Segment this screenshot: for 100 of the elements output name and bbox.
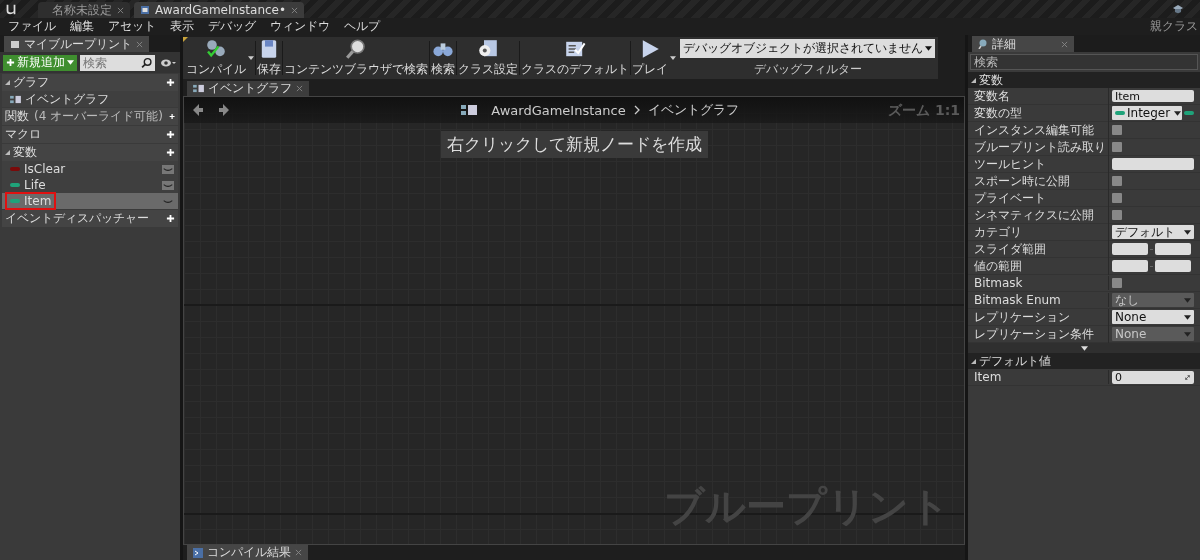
maximum-field[interactable] bbox=[1155, 260, 1191, 272]
property-label: プライベート bbox=[968, 189, 1109, 207]
minimum-field[interactable] bbox=[1112, 260, 1148, 272]
property-label: Item bbox=[968, 370, 1109, 384]
text-field[interactable] bbox=[1112, 158, 1194, 170]
menu-item[interactable]: デバッグ bbox=[208, 18, 256, 35]
menu-item[interactable]: アセット bbox=[108, 18, 156, 35]
debug-filter-label: デバッグフィルター bbox=[753, 60, 862, 78]
tree-item[interactable]: IsClear bbox=[2, 161, 178, 177]
debug-object-dropdown[interactable]: デバッグオブジェクトが選択されていません bbox=[680, 38, 935, 58]
container-type-pill[interactable] bbox=[1184, 111, 1194, 115]
graph-icon bbox=[461, 104, 478, 116]
close-icon[interactable] bbox=[136, 40, 143, 48]
section-header[interactable]: グラフ bbox=[2, 74, 178, 91]
close-icon[interactable] bbox=[295, 549, 302, 556]
add-new-button[interactable]: 新規追加 bbox=[3, 54, 77, 71]
breadcrumb-item[interactable]: イベントグラフ bbox=[647, 101, 739, 119]
search-icon[interactable] bbox=[141, 54, 155, 71]
visibility-icon[interactable] bbox=[162, 164, 174, 174]
menu-item[interactable]: ウィンドウ bbox=[270, 18, 330, 35]
close-icon[interactable] bbox=[1061, 40, 1068, 48]
expanded-triangle-icon[interactable] bbox=[5, 80, 10, 85]
property-label: レプリケーション bbox=[968, 308, 1109, 326]
add-icon[interactable] bbox=[166, 148, 175, 157]
property-label: Bitmask bbox=[968, 276, 1109, 290]
property-label: スライダ範囲 bbox=[968, 240, 1109, 258]
property-label: インスタンス編集可能 bbox=[968, 121, 1109, 139]
chevron-right-icon bbox=[633, 105, 640, 115]
toolbar-button[interactable]: プレイ bbox=[631, 38, 677, 78]
visibility-icon[interactable] bbox=[162, 180, 174, 190]
tree-item[interactable]: Life bbox=[2, 177, 178, 193]
checkbox[interactable] bbox=[1112, 176, 1122, 186]
menu-item[interactable]: ヘルプ bbox=[344, 18, 380, 35]
section-header[interactable]: デフォルト値 bbox=[968, 353, 1200, 369]
tree-item[interactable]: Item bbox=[2, 193, 178, 209]
caret-icon bbox=[1184, 331, 1191, 337]
add-icon[interactable] bbox=[166, 214, 175, 223]
checkbox[interactable] bbox=[1112, 142, 1122, 152]
menu-item[interactable]: 表示 bbox=[170, 18, 194, 35]
minimum-field[interactable] bbox=[1112, 243, 1148, 255]
menu-item[interactable]: 編集 bbox=[70, 18, 94, 35]
tree-item[interactable]: イベントグラフ bbox=[2, 91, 178, 107]
close-icon[interactable] bbox=[117, 6, 124, 14]
section-header[interactable]: 変数 bbox=[968, 72, 1200, 88]
caret-icon bbox=[67, 60, 74, 65]
property-label: 変数の型 bbox=[968, 104, 1109, 122]
property-label: ツールヒント bbox=[968, 155, 1109, 173]
plus-icon bbox=[6, 58, 15, 67]
back-arrow-icon[interactable] bbox=[192, 104, 204, 116]
section-header[interactable]: 変数 bbox=[2, 144, 178, 161]
section-header[interactable]: 関数 (4 オーバーライド可能) bbox=[2, 108, 178, 125]
panel-tab[interactable]: マイブループリント bbox=[4, 36, 149, 52]
toolbar-button[interactable]: 保存 bbox=[256, 38, 282, 78]
graduation-cap-icon[interactable] bbox=[1172, 3, 1184, 15]
dropdown[interactable]: デフォルト bbox=[1112, 225, 1194, 239]
document-tab[interactable]: 名称未設定 bbox=[38, 2, 130, 18]
search-field[interactable]: 検索 bbox=[970, 54, 1198, 70]
graph-icon bbox=[10, 94, 21, 104]
expanded-triangle-icon[interactable] bbox=[5, 150, 10, 155]
checkbox[interactable] bbox=[1112, 125, 1122, 135]
close-icon[interactable] bbox=[291, 6, 299, 14]
dropdown[interactable]: None bbox=[1112, 310, 1194, 324]
add-icon[interactable] bbox=[166, 78, 175, 87]
play-icon bbox=[642, 40, 659, 58]
section-header[interactable]: イベントディスパッチャー bbox=[2, 210, 178, 227]
text-field[interactable]: Item bbox=[1112, 90, 1194, 102]
maximum-field[interactable] bbox=[1155, 243, 1191, 255]
breadcrumb-item[interactable]: AwardGameInstance bbox=[491, 102, 626, 118]
book-icon bbox=[10, 39, 20, 49]
property-label: Bitmask Enum bbox=[968, 293, 1109, 307]
toolbar-button[interactable]: クラス設定 bbox=[457, 38, 519, 78]
eye-icon[interactable] bbox=[159, 57, 177, 68]
expanded-triangle-icon[interactable] bbox=[971, 77, 976, 83]
checkbox[interactable] bbox=[1112, 193, 1122, 203]
number-field[interactable]: 0 bbox=[1112, 370, 1194, 384]
caret-icon bbox=[925, 45, 932, 51]
checkbox[interactable] bbox=[1112, 210, 1122, 220]
blueprint-icon bbox=[140, 5, 150, 15]
toolbar-button[interactable]: 検索 bbox=[430, 38, 456, 78]
menu-item[interactable]: ファイル bbox=[8, 18, 56, 35]
caret-icon bbox=[248, 56, 254, 60]
section-header[interactable]: マクロ bbox=[2, 126, 178, 143]
type-dropdown[interactable]: Integer bbox=[1112, 106, 1182, 120]
add-icon[interactable] bbox=[168, 112, 175, 121]
property-label: シネマティクスに公開 bbox=[968, 206, 1109, 224]
toolbar-button[interactable]: コンテンツブラウザで検索 bbox=[283, 38, 429, 78]
graph-tab[interactable]: イベントグラフ bbox=[187, 81, 309, 96]
toolbar-button[interactable]: コンパイル bbox=[185, 38, 255, 78]
toolbar-button[interactable]: クラスのデフォルト bbox=[520, 38, 630, 78]
forward-arrow-icon[interactable] bbox=[218, 104, 230, 116]
document-tab[interactable]: AwardGameInstance• bbox=[134, 2, 305, 18]
expanded-triangle-icon[interactable] bbox=[971, 358, 976, 364]
caret-icon bbox=[670, 56, 676, 60]
panel-tab[interactable]: 詳細 bbox=[972, 36, 1074, 52]
search-field[interactable]: 検索 bbox=[80, 54, 141, 71]
close-icon[interactable] bbox=[296, 85, 303, 92]
add-icon[interactable] bbox=[166, 130, 175, 139]
checkbox[interactable] bbox=[1112, 278, 1122, 288]
graph-hint: 右クリックして新規ノードを作成 bbox=[440, 131, 708, 158]
panel-tab[interactable]: コンパイル結果 bbox=[187, 545, 308, 560]
